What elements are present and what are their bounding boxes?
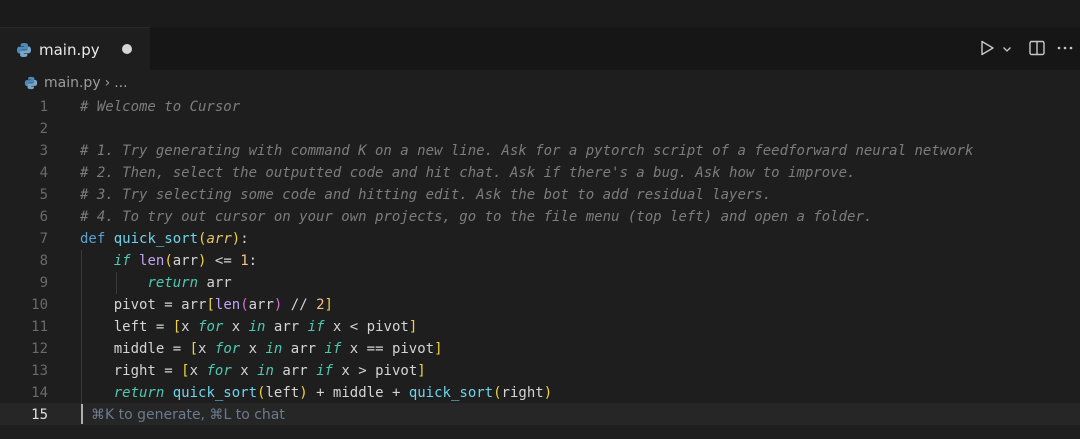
tab-bar: main.py (0, 27, 1080, 71)
line-number: 11 (31, 319, 48, 335)
line-number: 5 (39, 187, 48, 203)
code-text: ⌘K to generate, ⌘L to chat (91, 407, 285, 423)
breadcrumb: main.py › ... (0, 70, 1080, 96)
breadcrumb-symbol[interactable]: ... (114, 75, 127, 91)
python-icon (24, 76, 38, 90)
line-number: 13 (31, 363, 48, 379)
code-text: # 2. Then, select the outputted code and… (80, 165, 856, 181)
python-icon (17, 42, 31, 57)
code-line[interactable]: 1 # Welcome to Cursor (0, 96, 1080, 118)
line-number: 8 (39, 253, 48, 269)
line-number: 2 (39, 121, 48, 137)
code-editor[interactable]: 1 # Welcome to Cursor 2 3 # 1. Try generatin… (0, 96, 1080, 439)
code-text: middle = [x for x in arr if x == pivot] (80, 341, 443, 357)
split-editor-icon[interactable] (1028, 39, 1046, 57)
run-icon[interactable] (978, 39, 996, 57)
line-number: 14 (31, 385, 48, 401)
code-text: return quick_sort(left) + middle + quick… (113, 385, 553, 401)
line-number: 4 (39, 165, 48, 181)
code-line[interactable]: 11 left = [x for x in arr if x < pivot] (0, 316, 1080, 338)
line-number: 7 (39, 231, 48, 247)
code-line[interactable]: 13 right = [x for x in arr if x > pivot] (0, 360, 1080, 382)
unsaved-dot-icon[interactable] (122, 44, 132, 54)
tab-label: main.py (39, 40, 100, 59)
code-line[interactable]: 10 pivot = arr[len(arr) // 2] (0, 294, 1080, 316)
line-number: 9 (39, 275, 48, 291)
code-line[interactable]: 15 ⌘K to generate, ⌘L to chat (0, 404, 1080, 426)
code-line[interactable]: 5 # 3. Try selecting some code and hittin… (0, 184, 1080, 206)
code-line[interactable]: 2 (0, 118, 1080, 140)
line-number: 15 (31, 407, 48, 423)
code-text: if len(arr) <= 1: (113, 253, 258, 269)
code-line[interactable]: 6 # 4. To try out cursor on your own proj… (0, 206, 1080, 228)
line-number: 3 (39, 143, 48, 159)
code-line[interactable]: 14 return quick_sort(left) + middle + qu… (0, 382, 1080, 404)
line-number: 10 (31, 297, 48, 313)
line-number: 1 (39, 99, 48, 115)
line-number: 12 (31, 341, 48, 357)
code-line[interactable]: 3 # 1. Try generating with command K on a… (0, 140, 1080, 162)
code-line[interactable]: 9 return arr (0, 272, 1080, 294)
code-text: pivot = arr[len(arr) // 2] (80, 297, 333, 313)
code-text: # 4. To try out cursor on your own proje… (80, 209, 873, 225)
inline-hint: ⌘K to generate, ⌘L to chat (91, 407, 285, 423)
code-line[interactable]: 12 middle = [x for x in arr if x == pivo… (0, 338, 1080, 360)
chevron-down-icon[interactable] (1002, 44, 1012, 54)
code-text: # 3. Try selecting some code and hitting… (80, 187, 772, 203)
code-text: # 1. Try generating with command K on a … (80, 143, 974, 159)
code-text: left = [x for x in arr if x < pivot] (80, 319, 418, 335)
more-actions-icon[interactable] (1056, 39, 1074, 57)
code-line[interactable]: 4 # 2. Then, select the outputted code an… (0, 162, 1080, 184)
breadcrumb-separator: › (104, 75, 111, 91)
code-text: def quick_sort(arr): (80, 231, 249, 247)
title-bar (0, 0, 1080, 27)
code-line[interactable]: 7 def quick_sort(arr): (0, 228, 1080, 250)
code-text: # Welcome to Cursor (80, 99, 241, 115)
code-text: return arr (147, 275, 232, 291)
breadcrumb-file[interactable]: main.py (44, 75, 101, 91)
tab-main-py[interactable]: main.py (0, 27, 150, 71)
line-number: 6 (39, 209, 48, 225)
code-line[interactable]: 8 if len(arr) <= 1: (0, 250, 1080, 272)
code-text: right = [x for x in arr if x > pivot] (80, 363, 426, 379)
